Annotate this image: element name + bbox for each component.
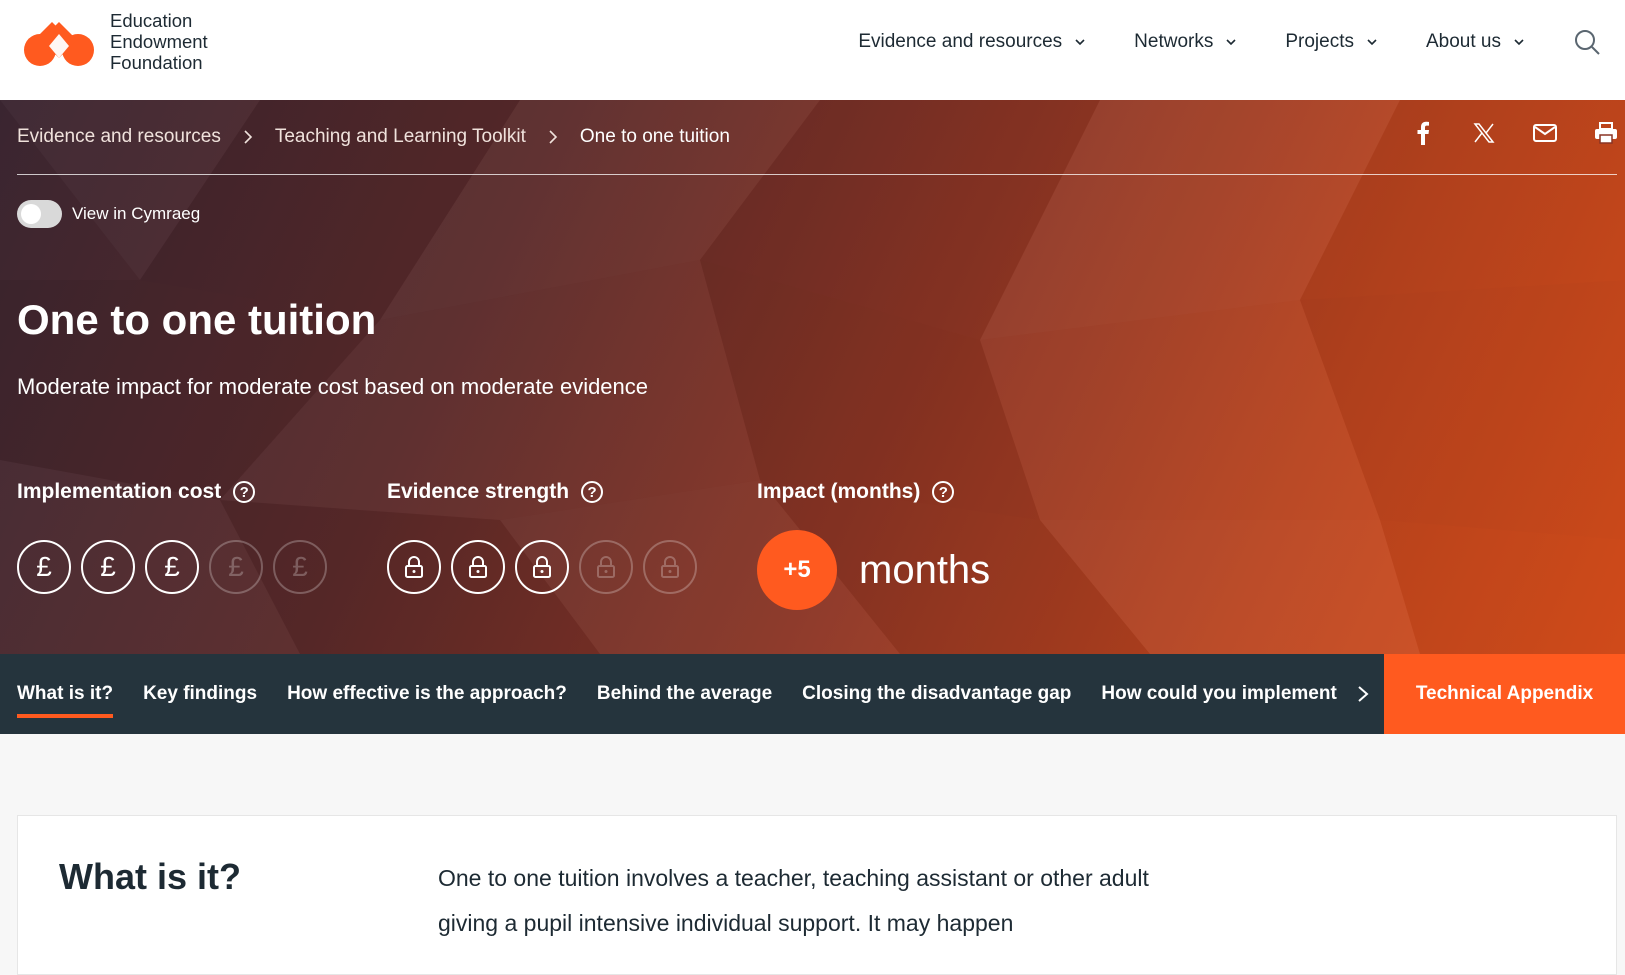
tab-list: What is it? Key findings How effective i… (17, 654, 1373, 734)
technical-appendix-button[interactable]: Technical Appendix (1384, 654, 1625, 734)
section-tabs: What is it? Key findings How effective i… (0, 654, 1625, 734)
tab-closing-the-gap[interactable]: Closing the disadvantage gap (802, 683, 1071, 705)
cymraeg-toggle[interactable] (17, 200, 62, 228)
breadcrumb: Evidence and resources Teaching and Lear… (17, 126, 730, 148)
breadcrumb-divider (17, 174, 1617, 175)
hero-banner: Evidence and resources Teaching and Lear… (0, 100, 1625, 654)
chevron-down-icon (1514, 39, 1524, 46)
chevron-down-icon (1367, 39, 1377, 46)
toggle-label: View in Cymraeg (72, 204, 201, 223)
cost-pound-icon: £ (145, 540, 199, 594)
tab-behind-the-average[interactable]: Behind the average (597, 683, 772, 705)
tab-what-is-it[interactable]: What is it? (17, 683, 114, 718)
nav-label: Networks (1134, 31, 1214, 52)
metric-title: Implementation cost ? (17, 480, 337, 504)
lock-icon (579, 540, 633, 594)
impact-months: Impact (months) ? +5 months (757, 480, 990, 610)
cost-pound-icon: £ (273, 540, 327, 594)
chevron-down-icon (1226, 39, 1236, 46)
content-card: What is it? One to one tuition involves … (17, 815, 1617, 975)
impact-value-row: +5 months (757, 530, 990, 610)
evidence-rating (387, 540, 707, 594)
site-header: Education Endowment Foundation Evidence … (0, 0, 1625, 100)
lock-icon (387, 540, 441, 594)
tab-key-findings[interactable]: Key findings (143, 683, 257, 705)
help-icon[interactable]: ? (581, 481, 604, 503)
search-icon[interactable] (1573, 28, 1601, 56)
chevron-right-icon[interactable] (1353, 684, 1373, 704)
metric-title: Evidence strength ? (387, 480, 707, 504)
x-icon[interactable] (1471, 120, 1497, 146)
cost-pound-icon: £ (209, 540, 263, 594)
nav-label: About us (1426, 31, 1501, 52)
chevron-right-icon (549, 130, 558, 144)
tab-how-effective[interactable]: How effective is the approach? (287, 683, 567, 705)
nav-about-us[interactable]: About us (1426, 31, 1525, 53)
facebook-icon[interactable] (1410, 120, 1436, 146)
help-icon[interactable]: ? (233, 481, 256, 503)
metric-title: Impact (months) ? (757, 480, 990, 504)
nav-label: Evidence and resources (858, 31, 1063, 52)
print-icon[interactable] (1593, 120, 1619, 146)
evidence-strength: Evidence strength ? (387, 480, 707, 594)
cost-pound-icon: £ (81, 540, 135, 594)
logo-wordmark: Education Endowment Foundation (110, 10, 208, 73)
email-icon[interactable] (1532, 120, 1558, 146)
nav-label: Projects (1285, 31, 1354, 52)
metric-label: Impact (months) (757, 480, 921, 503)
breadcrumb-item[interactable]: Evidence and resources (17, 126, 221, 148)
implementation-cost: Implementation cost ? £ £ £ £ £ (17, 480, 337, 594)
breadcrumb-item[interactable]: Teaching and Learning Toolkit (275, 126, 526, 148)
page-title: One to one tuition (17, 296, 377, 343)
section-heading: What is it? (59, 856, 241, 897)
site-logo[interactable]: Education Endowment Foundation (22, 10, 208, 73)
metric-label: Implementation cost (17, 480, 222, 503)
impact-badge: +5 (757, 530, 837, 610)
breadcrumb-current: One to one tuition (579, 126, 730, 147)
cost-pound-icon: £ (17, 540, 71, 594)
section-body: One to one tuition involves a teacher, t… (438, 865, 1149, 936)
tab-overflow: How could you implement i (1101, 683, 1341, 705)
logo-mark-icon (24, 21, 94, 66)
nav-projects[interactable]: Projects (1285, 31, 1378, 53)
logo-line: Foundation (110, 52, 203, 73)
cost-rating: £ £ £ £ £ (17, 540, 337, 594)
share-bar (1410, 120, 1625, 146)
chevron-right-icon (244, 130, 252, 144)
metric-label: Evidence strength (387, 480, 570, 503)
help-icon[interactable]: ? (932, 481, 955, 503)
page-subtitle: Moderate impact for moderate cost based … (17, 374, 649, 399)
lock-icon (643, 540, 697, 594)
language-toggle-row: View in Cymraeg (17, 200, 200, 228)
impact-unit: months (859, 547, 991, 592)
lock-icon (515, 540, 569, 594)
lock-icon (451, 540, 505, 594)
chevron-down-icon (1075, 39, 1085, 46)
nav-evidence-and-resources[interactable]: Evidence and resources (858, 31, 1086, 53)
tab-how-could-you-implement[interactable]: How could you implement i (1101, 683, 1341, 704)
nav-networks[interactable]: Networks (1134, 31, 1237, 53)
logo-line: Endowment (110, 31, 208, 52)
logo-line: Education (110, 10, 193, 31)
main-nav: Evidence and resources Networks Projects… (858, 0, 1625, 84)
